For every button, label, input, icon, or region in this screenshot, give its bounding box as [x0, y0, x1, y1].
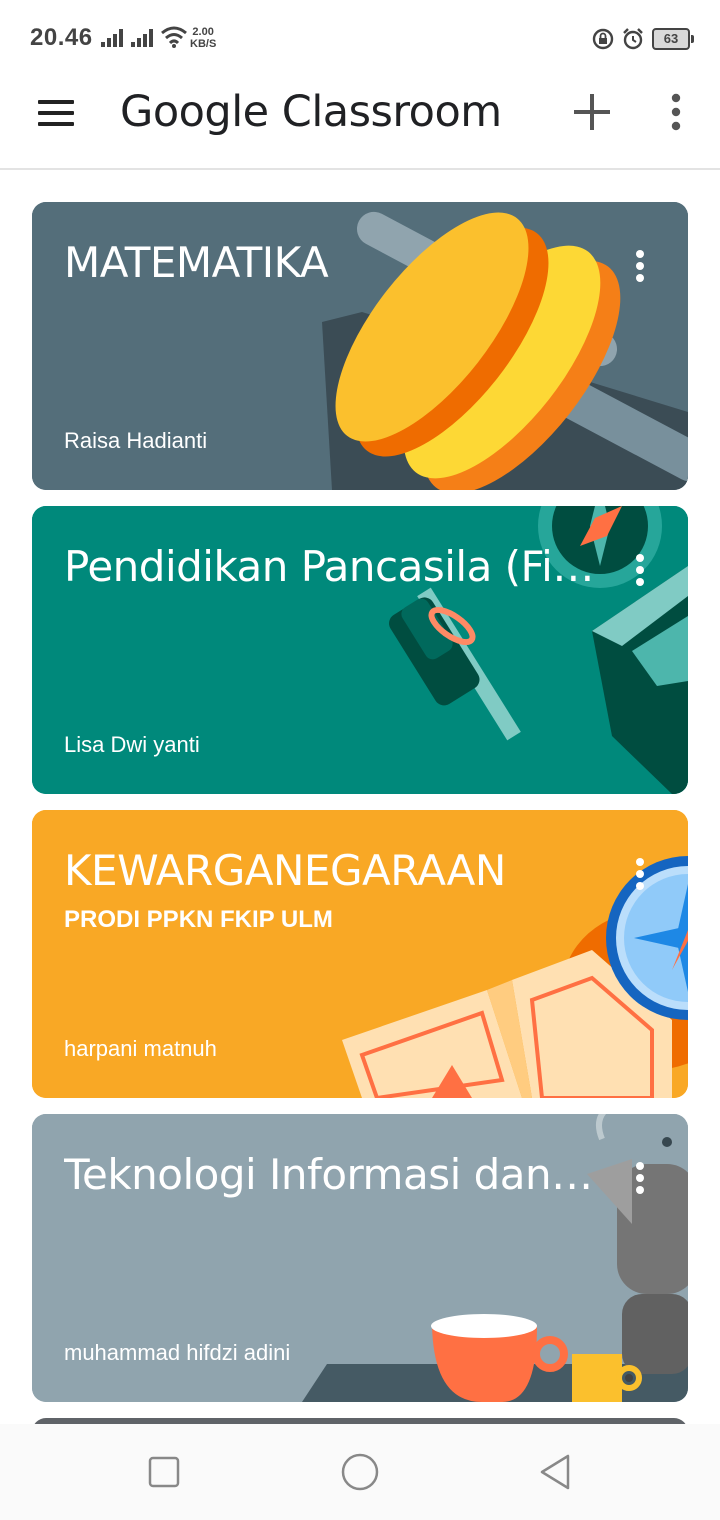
wifi-icon	[161, 26, 187, 48]
signal-icon	[131, 29, 153, 47]
network-speed-value: 2.00	[192, 26, 214, 38]
class-teacher: harpani matnuh	[64, 1036, 217, 1061]
status-time: 20.46	[30, 24, 93, 51]
battery-icon: 63	[652, 28, 694, 50]
back-icon[interactable]	[536, 1452, 576, 1492]
class-card[interactable]: Teknologi Informasi dan Komunikasi muham…	[32, 1114, 688, 1402]
class-list: MATEMATIKA Raisa Hadianti Pendidikan Pan…	[32, 202, 688, 1454]
class-card[interactable]: KEWARGANEGARAAN PRODI PPKN FKIP ULM harp…	[32, 810, 688, 1098]
more-vert-icon[interactable]	[628, 854, 652, 894]
class-section: PRODI PPKN FKIP ULM	[64, 906, 333, 933]
network-speed-unit: KB/S	[190, 38, 217, 50]
alarm-icon	[623, 28, 643, 50]
home-icon[interactable]	[340, 1452, 380, 1492]
menu-icon[interactable]	[36, 96, 76, 130]
class-card[interactable]: MATEMATIKA Raisa Hadianti	[32, 202, 688, 490]
class-title: Pendidikan Pancasila (Fisika 2020)	[64, 542, 604, 591]
signal-icon	[101, 29, 123, 47]
more-vert-icon[interactable]	[628, 550, 652, 590]
more-vert-icon[interactable]	[662, 92, 690, 132]
recent-apps-icon[interactable]	[144, 1452, 184, 1492]
add-icon[interactable]	[572, 92, 612, 132]
lock-rotation-icon	[592, 28, 614, 50]
more-vert-icon[interactable]	[628, 246, 652, 286]
class-title: KEWARGANEGARAAN	[64, 846, 506, 895]
status-bar: 20.46 2.00 KB/S 63	[0, 0, 720, 78]
class-title: MATEMATIKA	[64, 238, 329, 287]
class-teacher: Lisa Dwi yanti	[64, 732, 200, 757]
system-nav-bar	[0, 1424, 720, 1520]
class-title: Teknologi Informasi dan Komunikasi	[64, 1150, 604, 1199]
network-speed: 2.00 KB/S	[190, 26, 216, 50]
app-bar: Google Classroom	[0, 78, 720, 170]
class-card[interactable]: Pendidikan Pancasila (Fisika 2020) Lisa …	[32, 506, 688, 794]
app-title: Google Classroom	[120, 87, 502, 137]
more-vert-icon[interactable]	[628, 1158, 652, 1198]
class-teacher: muhammad hifdzi adini	[64, 1340, 291, 1365]
class-teacher: Raisa Hadianti	[64, 428, 208, 453]
